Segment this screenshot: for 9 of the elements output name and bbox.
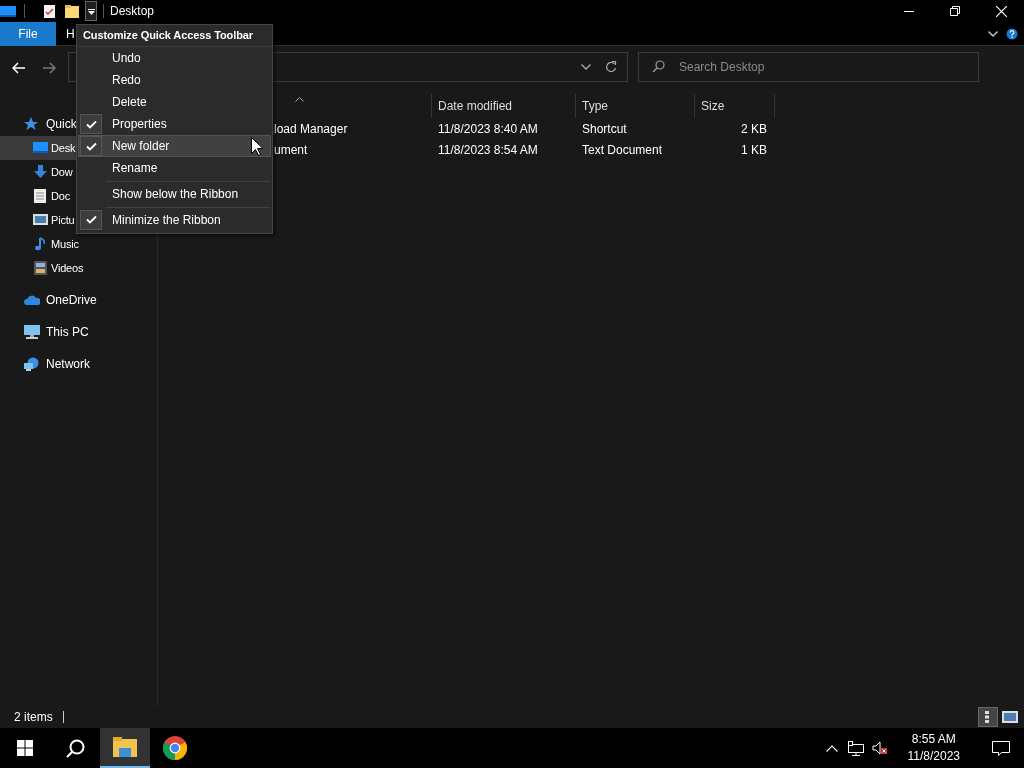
table-cell-text: 11/8/2023 8:54 AM <box>437 141 539 159</box>
item-count: 2 items <box>14 709 53 726</box>
menu-title: Customize Quick Access Toolbar <box>77 25 272 47</box>
table-cell-text: Shortcut <box>581 120 628 138</box>
table-cell-text: 11/8/2023 8:40 AM <box>437 120 539 138</box>
table-cell-text: 1 KB <box>740 141 768 159</box>
window-title: Desktop <box>110 3 155 20</box>
table-cell-text: 2 KB <box>740 120 768 138</box>
table-cell-text: Text Document <box>581 141 664 159</box>
